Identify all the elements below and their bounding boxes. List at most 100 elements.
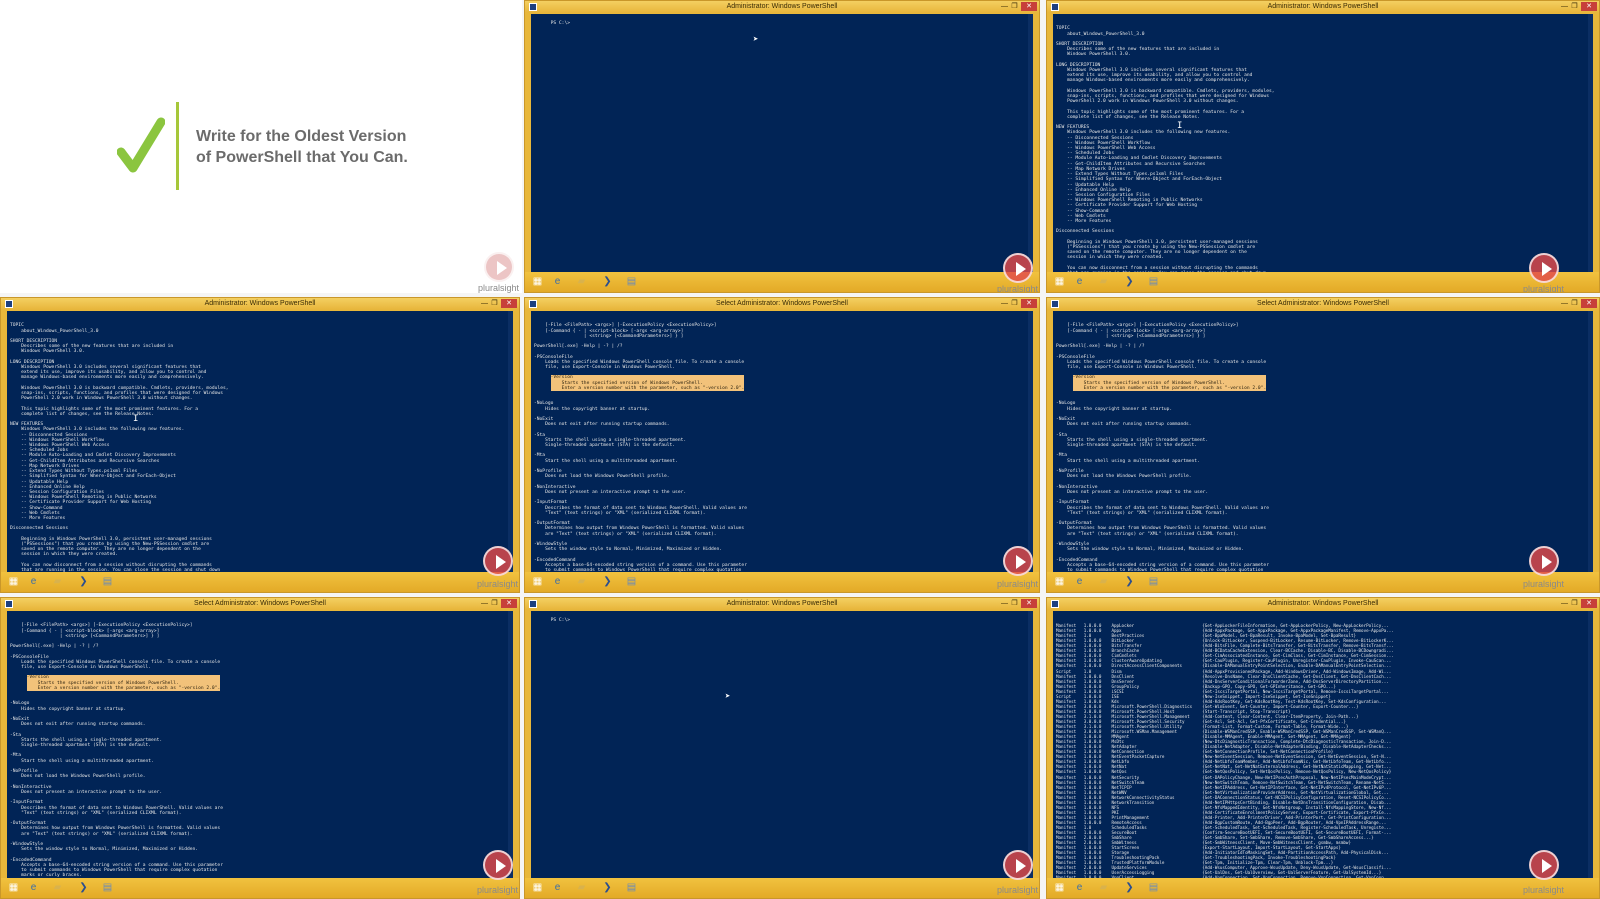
internet-explorer-icon[interactable]: e — [551, 882, 564, 894]
window-titlebar[interactable]: Select Administrator: Windows PowerShell… — [525, 298, 1039, 310]
play-icon[interactable] — [1529, 253, 1559, 283]
minimize-icon[interactable]: — — [1560, 599, 1569, 608]
internet-explorer-icon[interactable]: e — [1073, 576, 1086, 588]
close-icon[interactable]: ✕ — [1581, 2, 1597, 11]
powershell-pinned-icon[interactable]: ❯ — [1123, 882, 1136, 894]
console-output[interactable]: [-File <FilePath> <args>] [-ExecutionPol… — [1053, 311, 1593, 572]
file-explorer-icon[interactable]: ▰ — [1097, 882, 1110, 894]
console-output[interactable]: PS C:\> ➤ — [531, 611, 1033, 878]
minimize-icon[interactable]: — — [1560, 299, 1569, 308]
server-manager-icon[interactable]: ▤ — [625, 882, 638, 894]
powershell-pinned-icon[interactable]: ❯ — [1123, 276, 1136, 288]
internet-explorer-icon[interactable]: e — [27, 882, 40, 894]
console-scrollbar[interactable] — [508, 611, 513, 878]
server-manager-icon[interactable]: ▤ — [101, 576, 114, 588]
maximize-icon[interactable]: ❐ — [1570, 299, 1579, 308]
console-output[interactable]: TOPIC about_Windows_PowerShell_3.0 SHORT… — [1053, 14, 1593, 272]
server-manager-icon[interactable]: ▤ — [1147, 882, 1160, 894]
minimize-icon[interactable]: — — [1000, 299, 1009, 308]
console-scrollbar[interactable] — [1028, 14, 1033, 272]
close-icon[interactable]: ✕ — [1581, 599, 1597, 608]
window-titlebar[interactable]: Select Administrator: Windows PowerShell… — [1047, 298, 1599, 310]
minimize-icon[interactable]: — — [480, 599, 489, 608]
internet-explorer-icon[interactable]: e — [27, 576, 40, 588]
close-icon[interactable]: ✕ — [1021, 2, 1037, 11]
window-titlebar[interactable]: Administrator: Windows PowerShell — ❐ ✕ — [1, 298, 519, 310]
window-titlebar[interactable]: Administrator: Windows PowerShell — ❐ ✕ — [525, 598, 1039, 610]
console-output[interactable]: PS C:\> ➤ — [531, 14, 1033, 272]
powershell-window-empty-2[interactable]: Administrator: Windows PowerShell — ❐ ✕ … — [524, 597, 1040, 899]
minimize-icon[interactable]: — — [480, 299, 489, 308]
powershell-window-about-help[interactable]: Administrator: Windows PowerShell — ❐ ✕ … — [1046, 0, 1600, 293]
powershell-window-empty[interactable]: Administrator: Windows PowerShell — ❐ ✕ … — [524, 0, 1040, 293]
server-manager-icon[interactable]: ▤ — [101, 882, 114, 894]
console-output[interactable]: TOPIC about_Windows_PowerShell_3.0 SHORT… — [7, 311, 513, 572]
maximize-icon[interactable]: ❐ — [1570, 599, 1579, 608]
play-icon[interactable] — [483, 546, 513, 576]
file-explorer-icon[interactable]: ▰ — [1097, 276, 1110, 288]
server-manager-icon[interactable]: ▤ — [625, 276, 638, 288]
maximize-icon[interactable]: ❐ — [1010, 2, 1019, 11]
powershell-pinned-icon[interactable]: ❯ — [77, 882, 90, 894]
minimize-icon[interactable]: — — [1560, 2, 1569, 11]
close-icon[interactable]: ✕ — [1021, 599, 1037, 608]
powershell-window-help-version-3[interactable]: Select Administrator: Windows PowerShell… — [0, 597, 520, 899]
powershell-window-help-version-2[interactable]: Select Administrator: Windows PowerShell… — [1046, 297, 1600, 593]
console-output[interactable]: [-File <FilePath> <args>] [-ExecutionPol… — [7, 611, 513, 878]
powershell-pinned-icon[interactable]: ❯ — [601, 882, 614, 894]
play-icon[interactable] — [1003, 546, 1033, 576]
windows-logo-icon[interactable]: ▦ — [1053, 882, 1066, 894]
close-icon[interactable]: ✕ — [1581, 299, 1597, 308]
internet-explorer-icon[interactable]: e — [1073, 276, 1086, 288]
windows-logo-icon[interactable]: ▦ — [1053, 276, 1066, 288]
maximize-icon[interactable]: ❐ — [1570, 2, 1579, 11]
console-scrollbar[interactable] — [1588, 14, 1593, 272]
powershell-pinned-icon[interactable]: ❯ — [601, 576, 614, 588]
minimize-icon[interactable]: — — [1000, 599, 1009, 608]
internet-explorer-icon[interactable]: e — [551, 576, 564, 588]
maximize-icon[interactable]: ❐ — [490, 599, 499, 608]
version-parameter-highlight[interactable]: -Version Starts the specified version of… — [1072, 375, 1267, 392]
version-parameter-highlight[interactable]: -Version Starts the specified version of… — [550, 375, 745, 392]
window-titlebar[interactable]: Administrator: Windows PowerShell — ❐ ✕ — [1047, 598, 1599, 610]
windows-logo-icon[interactable]: ▦ — [531, 276, 544, 288]
window-titlebar[interactable]: Select Administrator: Windows PowerShell… — [1, 598, 519, 610]
play-icon[interactable] — [483, 850, 513, 880]
window-titlebar[interactable]: Administrator: Windows PowerShell — ❐ ✕ — [1047, 1, 1599, 13]
console-scrollbar[interactable] — [1588, 611, 1593, 878]
close-icon[interactable]: ✕ — [501, 299, 517, 308]
server-manager-icon[interactable]: ▤ — [625, 576, 638, 588]
maximize-icon[interactable]: ❐ — [1010, 599, 1019, 608]
windows-logo-icon[interactable]: ▦ — [531, 576, 544, 588]
console-scrollbar[interactable] — [1028, 311, 1033, 572]
file-explorer-icon[interactable]: ▰ — [1097, 576, 1110, 588]
internet-explorer-icon[interactable]: e — [1073, 882, 1086, 894]
server-manager-icon[interactable]: ▤ — [1147, 576, 1160, 588]
windows-logo-icon[interactable]: ▦ — [7, 576, 20, 588]
internet-explorer-icon[interactable]: e — [551, 276, 564, 288]
play-icon[interactable] — [1529, 546, 1559, 576]
play-icon[interactable] — [1003, 253, 1033, 283]
version-parameter-highlight[interactable]: -Version Starts the specified version of… — [26, 675, 221, 692]
file-explorer-icon[interactable]: ▰ — [51, 576, 64, 588]
powershell-pinned-icon[interactable]: ❯ — [601, 276, 614, 288]
powershell-window-about-help-2[interactable]: Administrator: Windows PowerShell — ❐ ✕ … — [0, 297, 520, 593]
console-scrollbar[interactable] — [508, 311, 513, 572]
powershell-pinned-icon[interactable]: ❯ — [1123, 576, 1136, 588]
server-manager-icon[interactable]: ▤ — [1147, 276, 1160, 288]
play-icon[interactable] — [484, 252, 514, 282]
file-explorer-icon[interactable]: ▰ — [575, 576, 588, 588]
close-icon[interactable]: ✕ — [501, 599, 517, 608]
powershell-window-help-version[interactable]: Select Administrator: Windows PowerShell… — [524, 297, 1040, 593]
window-titlebar[interactable]: Administrator: Windows PowerShell — ❐ ✕ — [525, 1, 1039, 13]
maximize-icon[interactable]: ❐ — [1010, 299, 1019, 308]
powershell-window-module-list[interactable]: Administrator: Windows PowerShell — ❐ ✕ … — [1046, 597, 1600, 899]
console-output[interactable]: Manifest 1.0.0.0 AppLocker {Get-AppLocke… — [1053, 611, 1593, 878]
play-icon[interactable] — [1003, 850, 1033, 880]
windows-logo-icon[interactable]: ▦ — [1053, 576, 1066, 588]
windows-logo-icon[interactable]: ▦ — [531, 882, 544, 894]
play-icon[interactable] — [1529, 850, 1559, 880]
console-scrollbar[interactable] — [1028, 611, 1033, 878]
windows-logo-icon[interactable]: ▦ — [7, 882, 20, 894]
file-explorer-icon[interactable]: ▰ — [51, 882, 64, 894]
